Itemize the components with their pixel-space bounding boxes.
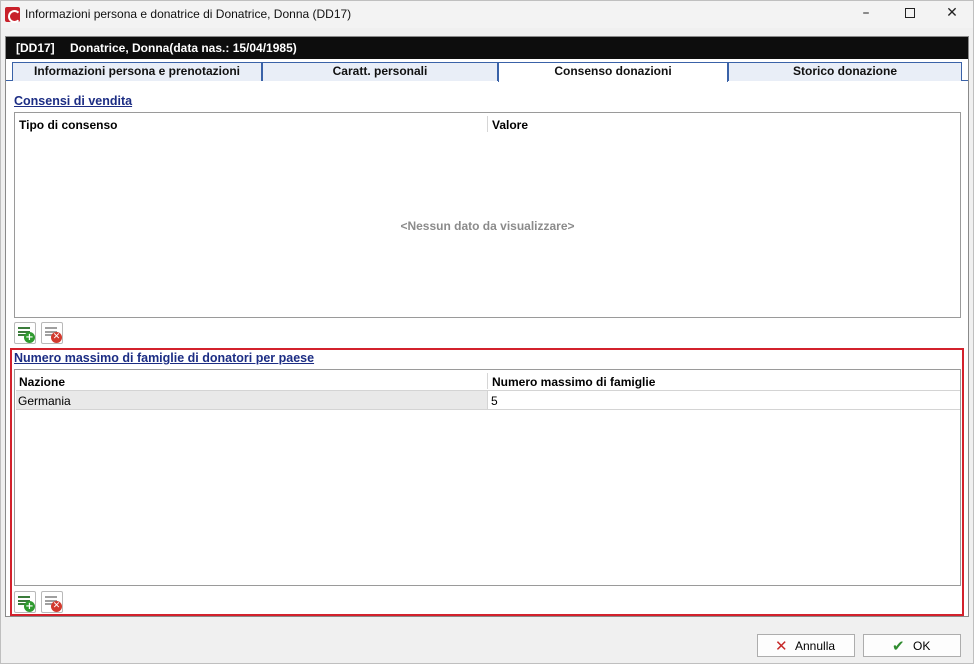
minimize-button[interactable]: – <box>843 1 889 28</box>
add-row-icon: + <box>24 601 35 612</box>
tab-storico-donazione[interactable]: Storico donazione <box>728 62 962 81</box>
famiglie-grid[interactable]: Nazione Numero massimo di famiglie Germa… <box>14 369 961 586</box>
cell-numero[interactable]: 5 <box>491 394 498 408</box>
cancel-x-icon: ✕ <box>775 637 788 655</box>
close-button[interactable]: ✕ <box>929 1 974 28</box>
tab-informazioni-persona[interactable]: Informazioni persona e prenotazioni <box>12 62 262 81</box>
add-row-icon: + <box>24 332 35 343</box>
delete-row-icon: ✕ <box>51 332 62 343</box>
app-logo-icon <box>5 7 21 23</box>
ok-label: OK <box>913 639 931 653</box>
maximize-icon <box>905 8 915 18</box>
table-row[interactable]: Germania 5 <box>16 390 960 410</box>
window-title: Informazioni persona e donatrice di Dona… <box>25 7 352 21</box>
column-header-nazione[interactable]: Nazione <box>19 375 65 389</box>
tab-bar: Informazioni persona e prenotazioni Cara… <box>6 59 968 82</box>
cell-numero-background <box>487 391 960 409</box>
famiglie-grid-header: Nazione Numero massimo di famiglie <box>15 370 960 392</box>
famiglie-add-button[interactable]: + <box>14 591 36 613</box>
column-header-tipo-consenso[interactable]: Tipo di consenso <box>19 118 117 132</box>
cancel-button[interactable]: ✕ Annulla <box>757 634 855 657</box>
tab-caratt-personali[interactable]: Caratt. personali <box>262 62 498 81</box>
column-header-numero-famiglie[interactable]: Numero massimo di famiglie <box>492 375 655 389</box>
column-header-valore[interactable]: Valore <box>492 118 528 132</box>
empty-grid-message: <Nessun dato da visualizzare> <box>400 219 575 233</box>
consensi-section-title: Consensi di vendita <box>14 94 133 108</box>
delete-row-icon: ✕ <box>51 601 62 612</box>
ok-button[interactable]: ✔ OK <box>863 634 961 657</box>
consensi-grid-header: Tipo di consenso Valore <box>15 113 960 135</box>
famiglie-delete-button[interactable]: ✕ <box>41 591 63 613</box>
consensi-delete-button[interactable]: ✕ <box>41 322 63 344</box>
main-panel: [DD17] Donatrice, Donna(data nas.: 15/04… <box>5 36 969 617</box>
cell-nazione[interactable]: Germania <box>18 394 71 408</box>
consensi-grid[interactable]: Tipo di consenso Valore <Nessun dato da … <box>14 112 961 318</box>
column-divider[interactable] <box>487 116 488 132</box>
tab-consenso-donazioni[interactable]: Consenso donazioni <box>498 62 728 82</box>
patient-name: Donatrice, Donna(data nas.: 15/04/1985) <box>70 41 297 55</box>
checkmark-icon: ✔ <box>892 637 905 655</box>
title-bar: Informazioni persona e donatrice di Dona… <box>1 1 973 28</box>
dialog-window: Informazioni persona e donatrice di Dona… <box>0 0 974 664</box>
famiglie-section-title: Numero massimo di famiglie di donatori p… <box>14 351 315 365</box>
cancel-label: Annulla <box>795 639 836 653</box>
column-divider[interactable] <box>487 373 488 389</box>
patient-code: [DD17] <box>16 41 55 55</box>
patient-header: [DD17] Donatrice, Donna(data nas.: 15/04… <box>6 37 968 59</box>
consensi-add-button[interactable]: + <box>14 322 36 344</box>
maximize-button[interactable] <box>887 1 933 28</box>
